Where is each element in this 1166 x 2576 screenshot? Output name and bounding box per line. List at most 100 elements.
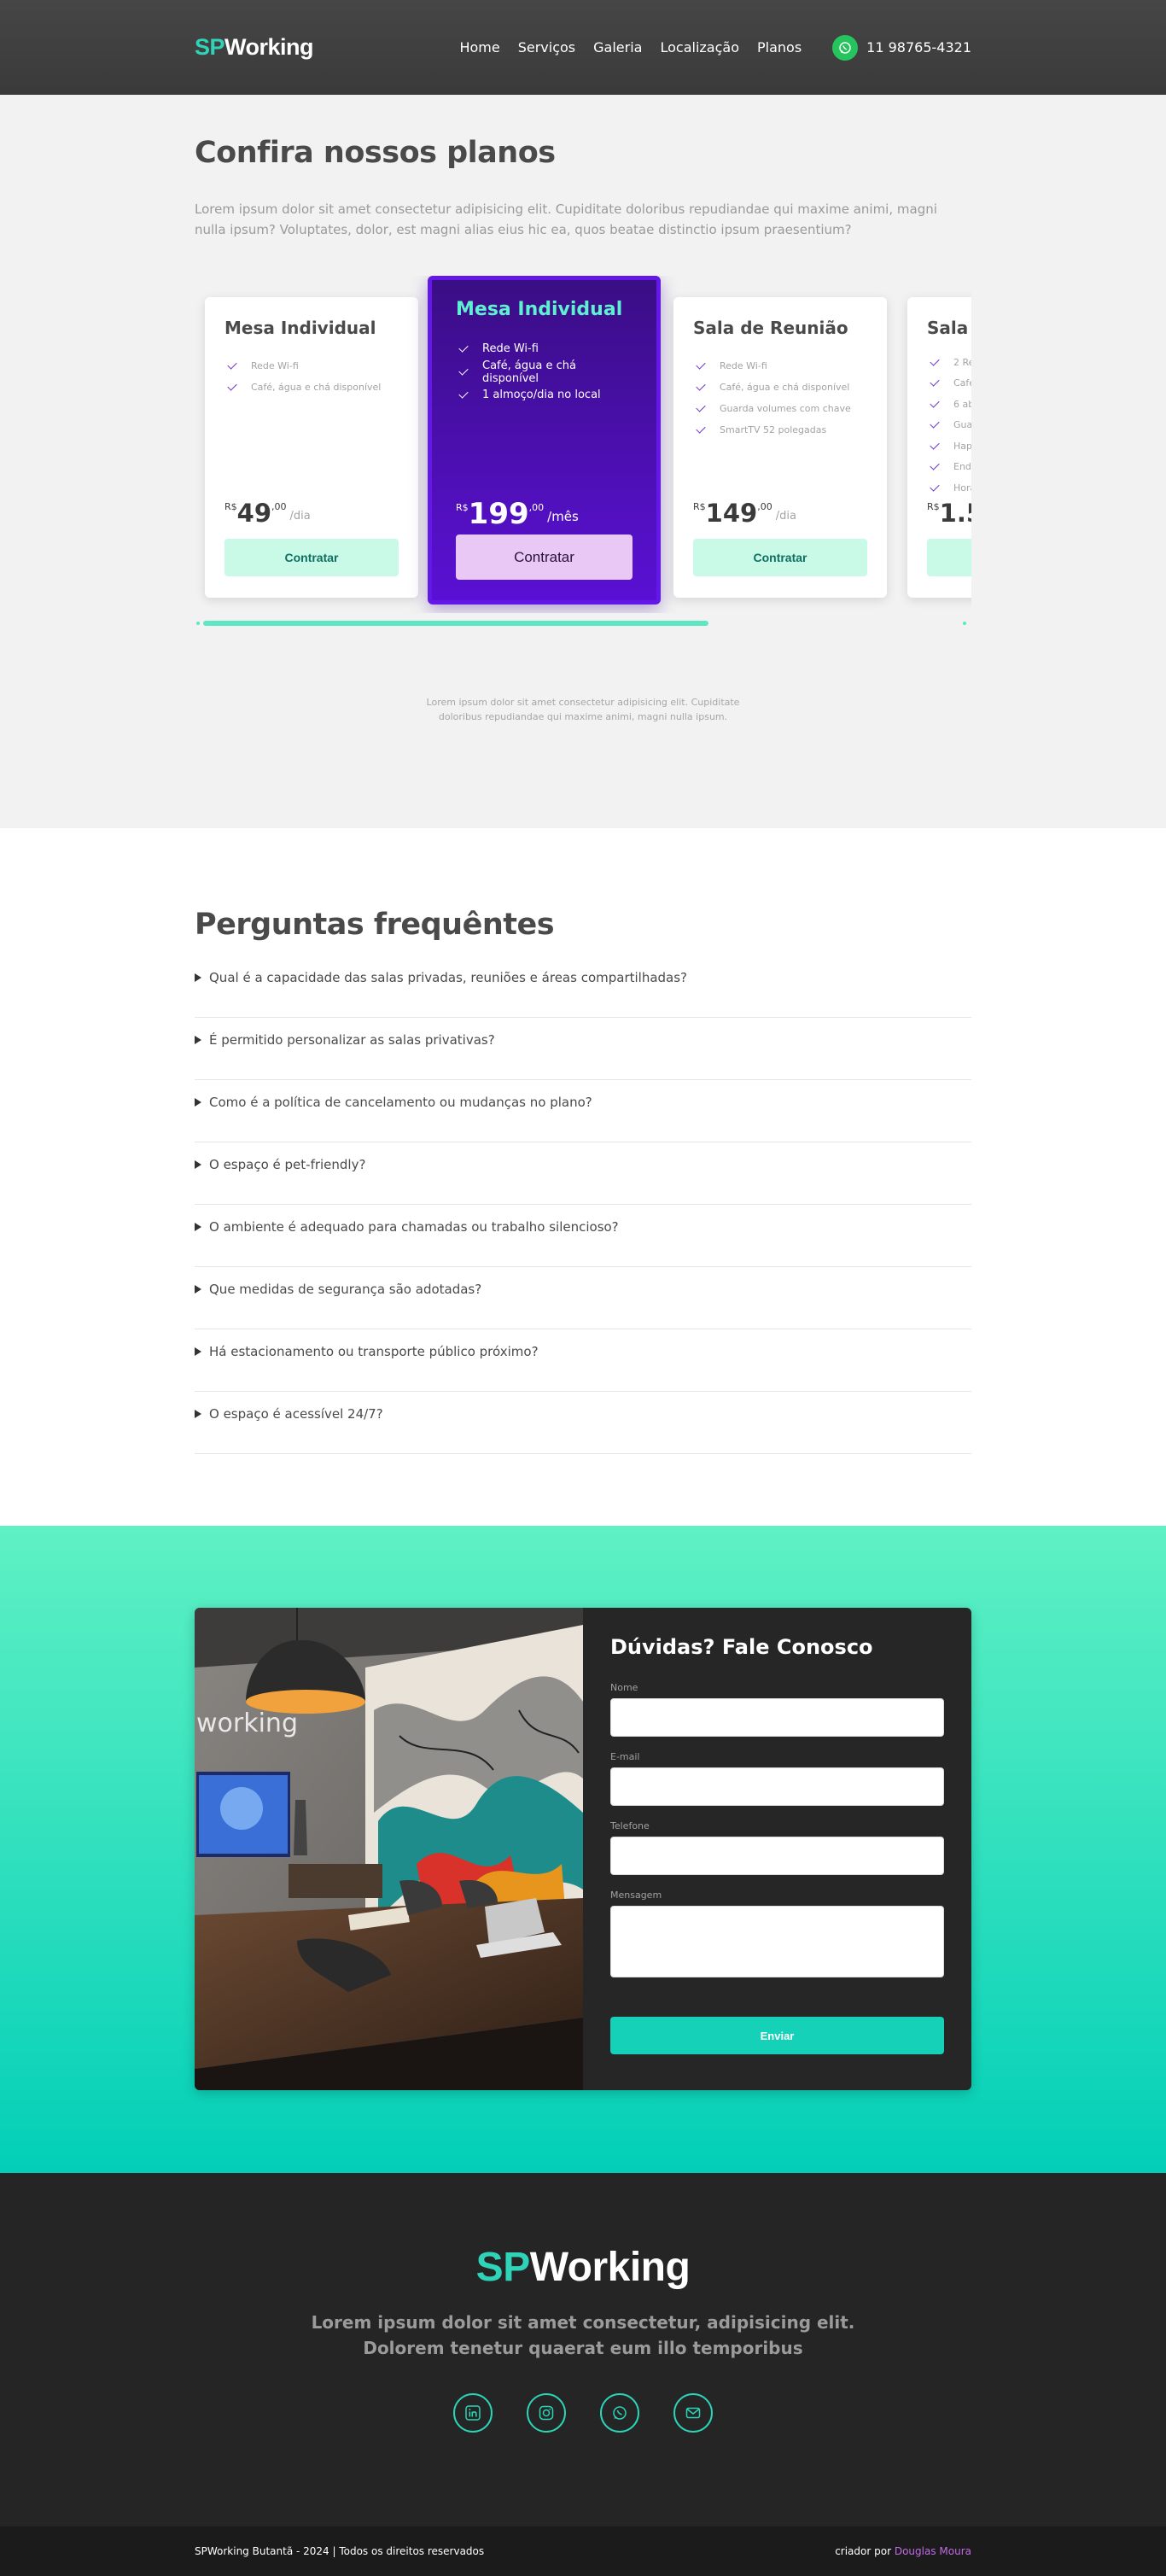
plan-price: R$1.5 (927, 499, 971, 528)
contratar-button[interactable]: Contratar (224, 539, 399, 576)
plans-section: Confira nossos planos Lorem ipsum dolor … (0, 95, 1166, 828)
plan-price: R$ 199,00/mês (456, 497, 579, 531)
site-header: SPWorking Home Serviços Galeria Localiza… (0, 0, 1166, 95)
triangle-right-icon (195, 973, 201, 982)
plan-feature: Ende (927, 457, 971, 478)
faq-title: Perguntas frequêntes (195, 908, 555, 942)
check-icon (930, 418, 940, 429)
plan-feature: Rede Wi-fi (224, 355, 399, 377)
logo-working: Working (224, 34, 314, 60)
scrollbar-thumb[interactable] (203, 621, 708, 626)
plans-intro: Lorem ipsum dolor sit amet consectetur a… (195, 202, 937, 237)
check-icon (458, 365, 469, 376)
phone-label: Telefone (610, 1820, 650, 1831)
check-icon (930, 460, 940, 470)
faq-item[interactable]: O ambiente é adequado para chamadas ou t… (195, 1205, 971, 1267)
faq-item[interactable]: O espaço é pet-friendly? (195, 1142, 971, 1205)
contact-form: Dúvidas? Fale Conosco Nome E-mail Telefo… (583, 1608, 971, 2090)
footer-bottom-bar: SPWorking Butantã - 2024 | Todos os dire… (0, 2526, 1166, 2576)
svg-text:working: working (196, 1709, 298, 1738)
check-icon (930, 482, 940, 492)
check-icon (458, 342, 469, 353)
scroll-next-arrow[interactable] (963, 622, 966, 625)
nav-planos[interactable]: Planos (757, 39, 802, 55)
check-icon (930, 398, 940, 408)
plan-feature: 6 ab (927, 394, 971, 415)
logo-working: Working (529, 2245, 691, 2290)
plan-feature: Café (927, 373, 971, 394)
contact-section: working Dúvidas? Fale Conosco Nome E-mai… (0, 1526, 1166, 2173)
phone-contact[interactable]: 11 98765-4321 (832, 34, 971, 61)
site-footer: SPWorking Lorem ipsum dolor sit amet con… (0, 2173, 1166, 2526)
footer-tagline: Lorem ipsum dolor sit amet consectetur, … (311, 2312, 855, 2358)
nav-galeria[interactable]: Galeria (593, 39, 642, 55)
plan-card: Sala de Reunião Rede Wi-fi Café, água e … (673, 297, 887, 598)
check-icon (696, 423, 706, 434)
name-label: Nome (610, 1682, 638, 1693)
logo[interactable]: SPWorking (195, 34, 314, 61)
plan-card: Sala ( 2 Re Café 6 ab Gua Happ Ende Horá… (907, 297, 971, 598)
check-icon (930, 377, 940, 387)
nav-localizacao[interactable]: Localização (660, 39, 739, 55)
plan-title: Mesa Individual (456, 299, 623, 320)
instagram-icon[interactable] (527, 2393, 566, 2433)
send-button[interactable]: Enviar (610, 2017, 944, 2054)
faq-item[interactable]: Qual é a capacidade das salas privadas, … (195, 955, 971, 1018)
plan-card: Mesa Individual Rede Wi-fi Café, água e … (205, 297, 418, 598)
social-links (0, 2393, 1166, 2433)
faq-item[interactable]: Como é a política de cancelamento ou mud… (195, 1080, 971, 1142)
triangle-right-icon (195, 1285, 201, 1294)
plan-feature: Guarda volumes com chave (693, 398, 867, 419)
message-textarea[interactable] (610, 1906, 944, 1977)
nav-home[interactable]: Home (459, 39, 499, 55)
contratar-button[interactable]: Contratar (456, 534, 633, 580)
phone-field[interactable] (610, 1837, 944, 1875)
main-nav: Home Serviços Galeria Localização Planos… (441, 34, 971, 61)
whatsapp-icon[interactable] (600, 2393, 639, 2433)
plan-title: Mesa Individual (224, 318, 376, 338)
plan-feature: Horá (927, 477, 971, 499)
check-icon (696, 402, 706, 412)
check-icon (227, 359, 237, 370)
plan-features: 2 Re Café 6 ab Gua Happ Ende Horá (927, 352, 971, 499)
faq-item[interactable]: Que medidas de segurança são adotadas? (195, 1267, 971, 1329)
plan-price: R$ 49,00/dia (224, 499, 311, 528)
triangle-right-icon (195, 1223, 201, 1231)
plan-feature: Café, água e chá disponível (693, 377, 867, 398)
faq-item[interactable]: O espaço é acessível 24/7? (195, 1392, 971, 1454)
plan-features: Rede Wi-fi Café, água e chá disponível G… (693, 355, 867, 441)
author-link[interactable]: Douglas Moura (895, 2545, 971, 2557)
plan-features: Rede Wi-fi Café, água e chá disponível 1… (456, 337, 633, 406)
contratar-button[interactable]: Contratar (693, 539, 867, 576)
whatsapp-icon (832, 34, 859, 61)
footer-logo[interactable]: SPWorking (476, 2244, 691, 2291)
triangle-right-icon (195, 1410, 201, 1418)
carousel-scrollbar[interactable] (195, 616, 971, 628)
triangle-right-icon (195, 1347, 201, 1356)
plans-carousel[interactable]: Mesa Individual Rede Wi-fi Café, água e … (195, 276, 971, 613)
logo-sp: SP (475, 2245, 531, 2290)
plan-feature: Gua (927, 415, 971, 436)
faq-item[interactable]: Há estacionamento ou transporte público … (195, 1329, 971, 1392)
name-field[interactable] (610, 1698, 944, 1737)
plan-title: Sala de Reunião (693, 318, 848, 338)
scroll-prev-arrow[interactable] (196, 622, 200, 625)
contratar-button[interactable] (927, 539, 971, 576)
nav-servicos[interactable]: Serviços (518, 39, 575, 55)
check-icon (696, 381, 706, 391)
email-field[interactable] (610, 1767, 944, 1806)
linkedin-icon[interactable] (453, 2393, 493, 2433)
mail-icon[interactable] (673, 2393, 713, 2433)
faq-item[interactable]: É permitido personalizar as salas privat… (195, 1018, 971, 1080)
check-icon (458, 388, 469, 399)
logo-sp: SP (195, 34, 225, 60)
triangle-right-icon (195, 1160, 201, 1169)
contact-box: working Dúvidas? Fale Conosco Nome E-mai… (195, 1608, 971, 2090)
triangle-right-icon (195, 1036, 201, 1044)
check-icon (930, 440, 940, 450)
contact-title: Dúvidas? Fale Conosco (610, 1635, 873, 1659)
check-icon (696, 359, 706, 370)
meeting-room-photo: working (195, 1608, 583, 2090)
plan-feature: Café, água e chá disponível (224, 377, 399, 398)
plan-feature: 1 almoço/dia no local (456, 383, 633, 406)
